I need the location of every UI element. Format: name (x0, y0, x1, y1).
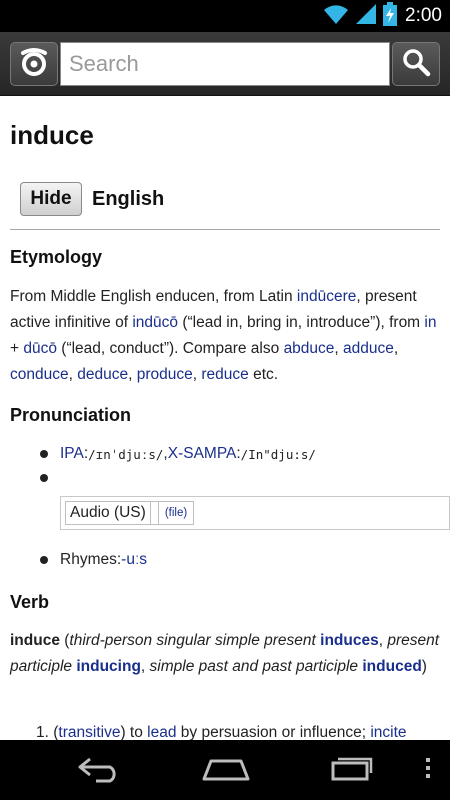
bullet-icon (40, 450, 48, 458)
etymology-text: From Middle English enducen, from Latin … (10, 284, 442, 388)
signal-icon (355, 3, 377, 30)
text: ) (421, 658, 427, 675)
divider (10, 229, 440, 230)
text: , (393, 340, 399, 357)
text: , (334, 340, 344, 357)
audio-label: Audio (US) (66, 502, 151, 524)
headword: induce (10, 632, 60, 649)
rhymes-label: Rhymes: (60, 551, 122, 568)
recent-apps-button[interactable] (324, 752, 380, 788)
home-button[interactable] (198, 752, 254, 788)
link-abduce[interactable]: abduce (284, 340, 335, 357)
definition-number: 1. (36, 724, 49, 740)
audio-table: Audio (US) (file) (65, 501, 195, 525)
link-inducere[interactable]: indūcere (297, 288, 356, 305)
text: + (10, 340, 24, 357)
text: , (128, 366, 137, 383)
verb-heading: Verb (10, 592, 50, 612)
text: (“lead, conduct”). Compare also (56, 340, 284, 357)
language-label: English (92, 187, 165, 210)
link-inducing[interactable]: inducing (76, 658, 141, 675)
link-ipa[interactable]: IPA (60, 445, 84, 463)
overflow-menu-button[interactable] (418, 752, 438, 788)
pronunciation-heading: Pronunciation (10, 405, 131, 425)
page-title: induce (10, 120, 94, 150)
audio-file-link[interactable]: (file) (159, 502, 193, 524)
link-incite[interactable]: incite (370, 724, 406, 740)
status-bar: 2:00 (0, 0, 450, 32)
search-button[interactable] (392, 42, 440, 86)
inflection-label: third-person singular simple present (69, 632, 316, 649)
definition-item: 1. (transitive) to lead by persuasion or… (36, 724, 407, 740)
search-input[interactable] (60, 42, 390, 86)
link-induco[interactable]: indūcō (132, 314, 178, 331)
battery-charging-icon (383, 1, 398, 31)
bullet-icon (40, 556, 48, 564)
link-deduce[interactable]: deduce (77, 366, 128, 383)
back-icon (76, 753, 124, 788)
home-icon (201, 753, 251, 788)
app-logo-button[interactable] (10, 42, 58, 86)
overflow-menu-icon (425, 757, 431, 784)
link-rhymes[interactable]: -uːs (121, 551, 147, 569)
inflection-label: simple past and past participle (149, 658, 359, 675)
link-induces[interactable]: induces (320, 632, 379, 649)
language-header: Hide English (20, 182, 164, 216)
link-reduce[interactable]: reduce (201, 366, 248, 383)
link-transitive[interactable]: transitive (58, 724, 120, 740)
ipa-value: /ɪnˈdjuːs/ (88, 446, 164, 462)
etymology-heading: Etymology (10, 247, 103, 267)
audio-play-cell[interactable] (151, 502, 159, 524)
pronunciation-ipa-item: IPA: /ɪnˈdjuːs/, X-SAMPA: /In"dju:s/ (40, 445, 316, 463)
text: etc. (248, 366, 279, 383)
article-content[interactable]: induce Hide English Etymology From Middl… (0, 96, 450, 740)
text: (“lead in, bring in, introduce”), from (178, 314, 425, 331)
text: , (68, 366, 78, 383)
link-xsampa[interactable]: X-SAMPA (168, 445, 237, 463)
back-button[interactable] (72, 752, 128, 788)
audio-player: Audio (US) (file) (60, 496, 450, 530)
link-lead[interactable]: lead (147, 724, 176, 740)
pronunciation-audio-item (40, 474, 60, 482)
recent-apps-icon (329, 753, 375, 788)
text: by persuasion or influence; (176, 724, 371, 740)
pronunciation-rhymes-item: Rhymes: -uːs (40, 551, 147, 569)
link-duco[interactable]: dūcō (23, 340, 57, 357)
status-time: 2:00 (405, 5, 442, 26)
navigation-bar (0, 740, 450, 800)
hide-button[interactable]: Hide (20, 182, 82, 216)
link-induced[interactable]: induced (362, 658, 421, 675)
bullet-icon (40, 474, 48, 482)
link-conduce[interactable]: conduce (10, 366, 69, 383)
wifi-icon (323, 3, 349, 30)
app-logo-icon (17, 45, 51, 84)
xsampa-value: /In"dju:s/ (240, 446, 316, 462)
link-adduce[interactable]: adduce (343, 340, 394, 357)
link-in[interactable]: in (424, 314, 436, 331)
app-bar (0, 32, 450, 96)
text: , (140, 658, 150, 675)
text: to (125, 724, 148, 740)
verb-inflections: induce (third-person singular simple pre… (10, 628, 442, 680)
search-icon (401, 47, 431, 82)
text: From Middle English enducen, from Latin (10, 288, 297, 305)
link-produce[interactable]: produce (137, 366, 193, 383)
text: ( (59, 632, 70, 649)
